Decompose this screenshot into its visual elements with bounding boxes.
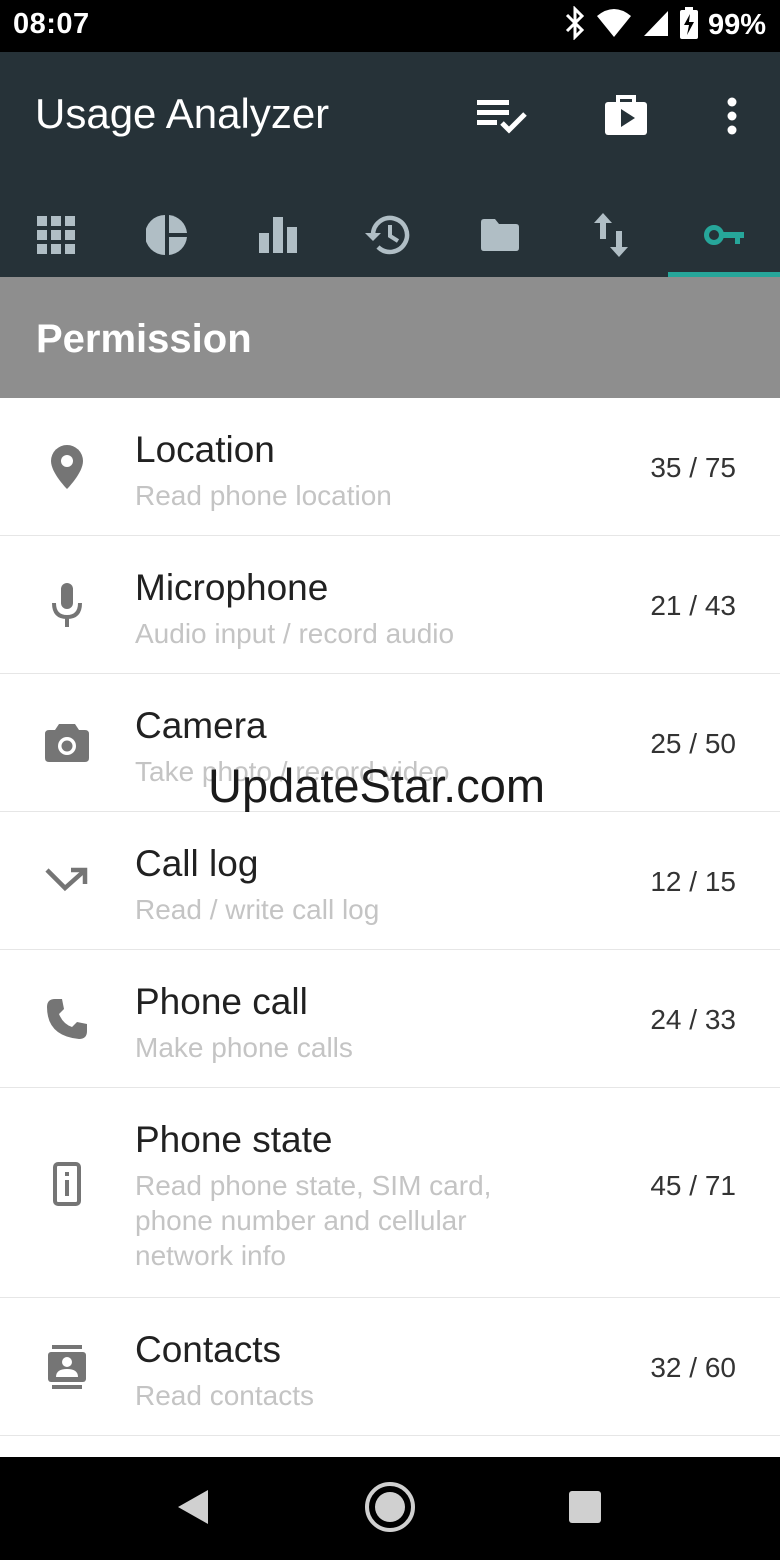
list-item[interactable]: Contacts Read contacts 32 / 60 [0,1298,780,1436]
battery-percentage: 99% [707,9,766,41]
permission-subtitle: Read phone location [135,480,392,511]
microphone-icon [41,579,93,631]
tab-permissions[interactable] [668,197,779,277]
bluetooth-icon [564,5,586,45]
camera-icon [41,717,93,769]
folder-icon [480,218,519,256]
list-item[interactable]: Call log Read / write call log 12 / 15 [0,812,780,950]
more-vert-icon[interactable] [704,92,760,140]
status-bar: 08:07 99% [0,0,780,52]
back-button[interactable] [165,1481,221,1537]
tab-pie-chart[interactable] [111,197,222,277]
permission-count: 45 / 71 [650,1170,736,1201]
permission-title: Call log [135,843,259,884]
status-icons: 99% [564,5,766,45]
call-missed-icon [41,855,93,907]
permission-count: 21 / 43 [650,590,736,621]
navigation-bar [0,1457,780,1560]
permission-count: 12 / 15 [650,866,736,897]
permission-title: Location [135,429,275,470]
permission-subtitle: Make phone calls [135,1032,353,1063]
tab-apps[interactable] [0,197,111,277]
bar-chart-icon [258,216,297,258]
app-title: Usage Analyzer [35,90,330,137]
cell-signal-icon [642,8,670,43]
tab-bar [0,197,780,277]
permission-title: Contacts [135,1329,282,1370]
tab-data-usage[interactable] [555,197,666,277]
pie-chart-icon [144,214,188,261]
permission-count: 24 / 33 [650,1004,736,1035]
data-transfer-icon [593,212,628,262]
playlist-check-icon[interactable] [474,92,530,140]
location-pin-icon [41,441,93,493]
tab-files[interactable] [444,197,555,277]
list-item[interactable]: Microphone Audio input / record audio 21… [0,536,780,674]
permission-title: Camera [135,705,267,746]
list-item[interactable]: Location Read phone location 35 / 75 [0,398,780,536]
history-icon [364,214,413,261]
recents-button[interactable] [557,1481,613,1537]
recents-square-icon [568,1490,602,1529]
section-header: Permission [0,277,780,398]
play-store-icon[interactable] [598,92,654,140]
tab-bar-chart[interactable] [222,197,333,277]
section-title: Permission [36,317,252,361]
permission-title: Phone call [135,981,308,1022]
permission-subtitle: Read phone state, SIM card, phone number… [135,1170,492,1271]
watermark: UpdateStar.com [208,759,546,812]
battery-charging-icon [679,7,698,44]
permission-subtitle: Audio input / record audio [135,618,455,649]
contacts-icon [41,1341,93,1393]
permission-count: 25 / 50 [650,728,736,759]
list-item[interactable]: Phone call Make phone calls 24 / 33 [0,950,780,1088]
list-item[interactable]: Phone state Read phone state, SIM card, … [0,1088,780,1298]
permission-list: Location Read phone location 35 / 75 Mic… [0,398,780,1436]
phone-info-icon [41,1158,93,1210]
permission-title: Phone state [135,1119,333,1160]
back-triangle-icon [176,1488,210,1531]
permission-subtitle: Read contacts [135,1380,314,1411]
phone-icon [41,993,93,1045]
wifi-icon [596,8,632,43]
app-bar: Usage Analyzer [0,52,780,277]
permission-count: 32 / 60 [650,1352,736,1383]
home-circle-icon [364,1481,416,1538]
home-button[interactable] [362,1481,418,1537]
tab-history[interactable] [333,197,444,277]
permission-title: Microphone [135,567,329,608]
permission-count: 35 / 75 [650,452,736,483]
apps-grid-icon [36,215,75,259]
permission-subtitle: Read / write call log [135,894,380,925]
key-icon [703,224,744,251]
status-time: 08:07 [13,8,90,40]
